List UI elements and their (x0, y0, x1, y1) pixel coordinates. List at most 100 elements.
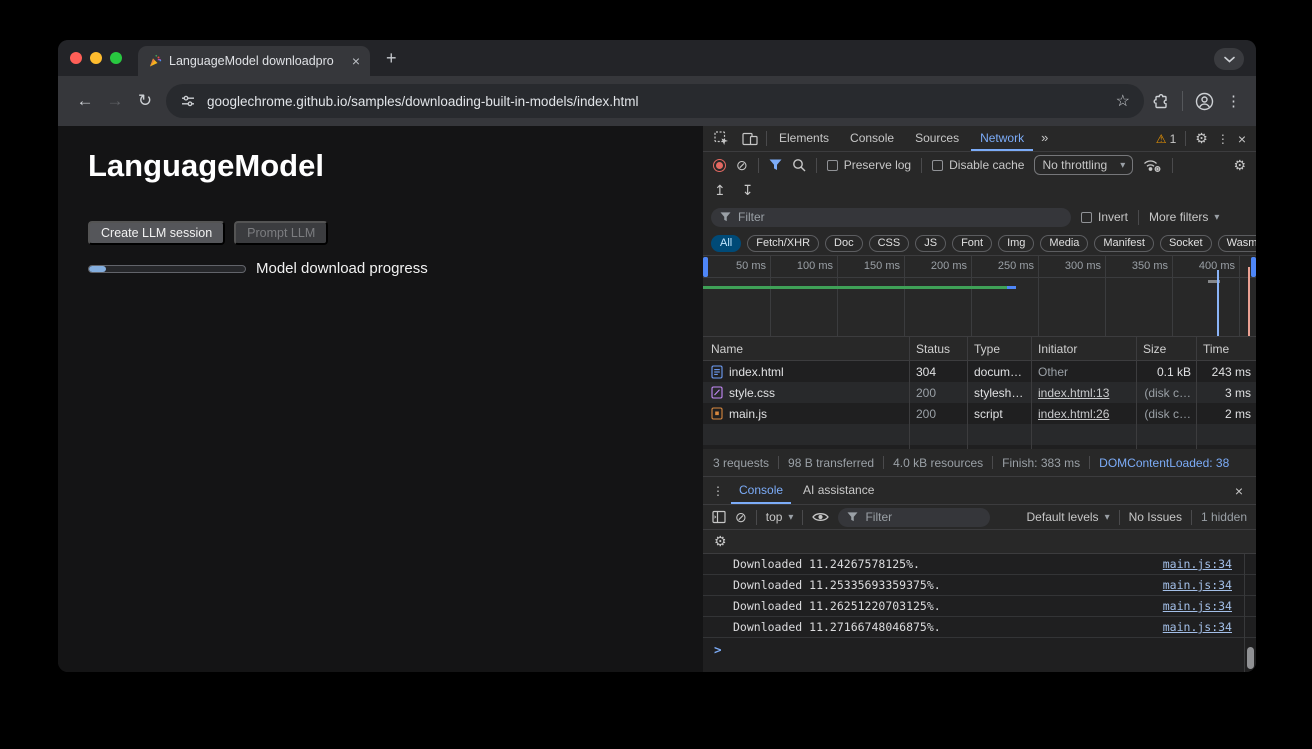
request-type: script (967, 407, 1031, 421)
table-row[interactable]: index.html 304 docum… Other 0.1 kB 243 m… (703, 361, 1256, 382)
browser-tab[interactable]: LanguageModel downloadpro × (138, 46, 370, 76)
console-message[interactable]: Downloaded 11.25335693359375%. main.js:3… (703, 575, 1256, 596)
col-name[interactable]: Name (703, 342, 909, 356)
back-button[interactable]: ← (70, 91, 100, 111)
window-chevron-button[interactable] (1214, 48, 1244, 70)
chip-img[interactable]: Img (998, 235, 1034, 252)
col-type[interactable]: Type (967, 342, 1031, 356)
chip-manifest[interactable]: Manifest (1094, 235, 1154, 252)
filter-funnel-icon[interactable] (769, 159, 782, 171)
tab-network[interactable]: Network (971, 126, 1033, 151)
more-filters-dropdown[interactable]: More filters ▾ (1149, 210, 1219, 224)
initiator-link[interactable]: index.html:13 (1038, 386, 1109, 400)
table-row[interactable]: style.css 200 stylesh… index.html:13 (di… (703, 382, 1256, 403)
col-size[interactable]: Size (1136, 342, 1196, 356)
issues-counter[interactable]: No Issues (1129, 510, 1182, 524)
network-conditions-icon[interactable] (1143, 158, 1162, 173)
chip-font[interactable]: Font (952, 235, 992, 252)
timeline-activity-bar-end (1007, 286, 1016, 289)
console-message[interactable]: Downloaded 11.26251220703125%. main.js:3… (703, 596, 1256, 617)
chip-media[interactable]: Media (1040, 235, 1088, 252)
clear-network-log-icon[interactable]: ⊘ (736, 157, 748, 174)
timeline-right-handle[interactable] (1251, 257, 1256, 277)
tab-elements[interactable]: Elements (770, 126, 838, 151)
warning-badge[interactable]: ⚠ 1 (1156, 132, 1176, 146)
import-har-icon[interactable]: ↥ (714, 182, 726, 199)
chip-socket[interactable]: Socket (1160, 235, 1212, 252)
preserve-log-checkbox[interactable]: Preserve log (827, 158, 911, 172)
clear-console-icon[interactable]: ⊘ (735, 509, 747, 526)
tab-sources[interactable]: Sources (906, 126, 968, 151)
console-sidebar-toggle-icon[interactable] (712, 510, 726, 524)
network-settings-icon[interactable]: ⚙ (1233, 157, 1246, 174)
chip-js[interactable]: JS (915, 235, 946, 252)
devtools-menu-icon[interactable]: ⋮ (1217, 132, 1229, 146)
minimize-window-button[interactable] (90, 52, 102, 64)
drawer-close-icon[interactable]: × (1235, 483, 1247, 499)
devtools-settings-icon[interactable]: ⚙ (1195, 130, 1208, 147)
invert-checkbox[interactable]: Invert (1081, 210, 1128, 224)
chip-all[interactable]: All (711, 235, 741, 252)
source-link[interactable]: main.js:34 (1163, 599, 1232, 613)
inspect-element-icon[interactable] (709, 131, 734, 146)
console-scrollbar[interactable] (1244, 554, 1256, 672)
forward-button[interactable]: → (100, 91, 130, 111)
network-toolbar: ⊘ Preserve log Disable (703, 152, 1256, 178)
url-text[interactable]: googlechrome.github.io/samples/downloadi… (207, 94, 1105, 109)
chip-wasm[interactable]: Wasm (1218, 235, 1256, 252)
hidden-messages-count[interactable]: 1 hidden (1201, 510, 1247, 524)
more-tabs-icon[interactable]: » (1036, 126, 1053, 151)
more-filters-label: More filters (1149, 210, 1208, 224)
console-settings-icon[interactable]: ⚙ (714, 533, 727, 550)
disable-cache-checkbox[interactable]: Disable cache (932, 158, 1024, 172)
console-filter-input[interactable] (865, 510, 981, 524)
document-icon (711, 365, 723, 379)
table-row[interactable]: main.js 200 script index.html:26 (disk c… (703, 403, 1256, 424)
record-network-log-icon[interactable] (713, 159, 726, 172)
export-har-icon[interactable]: ↧ (742, 182, 754, 199)
col-time[interactable]: Time (1196, 342, 1256, 356)
source-link[interactable]: main.js:34 (1163, 557, 1232, 571)
reload-button[interactable]: ↻ (130, 91, 160, 111)
devtools-close-icon[interactable]: × (1238, 131, 1246, 147)
chip-fetch-xhr[interactable]: Fetch/XHR (747, 235, 819, 252)
timeline-left-handle[interactable] (703, 257, 708, 277)
tab-close-icon[interactable]: × (352, 54, 360, 68)
bookmark-star-icon[interactable]: ☆ (1116, 91, 1130, 111)
chrome-menu-icon[interactable]: ⋮ (1226, 92, 1242, 110)
console-message[interactable]: Downloaded 11.27166748046875%. main.js:3… (703, 617, 1256, 638)
finish-time: Finish: 383 ms (1002, 456, 1080, 470)
extensions-puzzle-icon[interactable] (1152, 92, 1170, 110)
network-requests-table: Name Status Type Initiator Size Time (703, 337, 1256, 449)
profile-avatar-icon[interactable] (1195, 92, 1214, 111)
source-link[interactable]: main.js:34 (1163, 578, 1232, 592)
eye-icon[interactable] (812, 511, 829, 523)
new-tab-button[interactable]: + (386, 48, 397, 69)
col-initiator[interactable]: Initiator (1031, 342, 1136, 356)
timeline-activity-bar (703, 286, 1007, 289)
scrollbar-thumb[interactable] (1247, 647, 1254, 669)
zoom-window-button[interactable] (110, 52, 122, 64)
device-toolbar-icon[interactable] (737, 131, 763, 146)
url-bar[interactable]: googlechrome.github.io/samples/downloadi… (166, 84, 1144, 118)
site-settings-icon[interactable] (180, 93, 196, 109)
drawer-tab-console[interactable]: Console (731, 477, 791, 504)
chip-css[interactable]: CSS (869, 235, 910, 252)
tab-console[interactable]: Console (841, 126, 903, 151)
source-link[interactable]: main.js:34 (1163, 620, 1232, 634)
network-filter-input[interactable] (738, 210, 1062, 224)
chip-doc[interactable]: Doc (825, 235, 863, 252)
drawer-tab-ai-assistance[interactable]: AI assistance (795, 477, 882, 504)
console-context-select[interactable]: top ▾ (766, 510, 794, 524)
initiator-link[interactable]: index.html:26 (1038, 407, 1109, 421)
col-status[interactable]: Status (909, 342, 967, 356)
create-llm-session-button[interactable]: Create LLM session (88, 221, 225, 245)
search-icon[interactable] (792, 158, 806, 172)
close-window-button[interactable] (70, 52, 82, 64)
console-message[interactable]: Downloaded 11.24267578125%. main.js:34 (703, 554, 1256, 575)
throttling-select[interactable]: No throttling ▾ (1034, 155, 1133, 175)
drawer-menu-icon[interactable]: ⋮ (712, 484, 727, 498)
network-timeline-overview[interactable]: 50 ms 100 ms 150 ms 200 ms 250 ms 300 ms… (703, 256, 1256, 337)
console-prompt-chevron[interactable]: > (714, 642, 722, 657)
log-levels-select[interactable]: Default levels ▾ (1027, 510, 1110, 524)
